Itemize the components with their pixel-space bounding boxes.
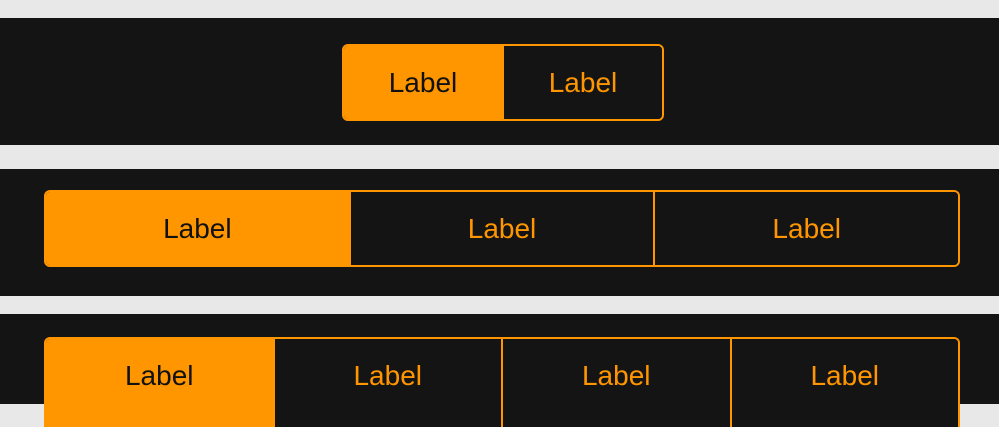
segment-option-2[interactable]: Label <box>272 339 501 427</box>
segment-option-4[interactable]: Label <box>729 339 958 427</box>
segment-option-3[interactable]: Label <box>501 339 730 427</box>
segment-option-1[interactable]: Label <box>46 339 273 427</box>
segmented-control-2-options: Label Label <box>342 44 664 121</box>
segmented-control-3-options: Label Label Label <box>44 190 960 267</box>
segment-option-2[interactable]: Label <box>348 192 654 265</box>
segmented-control-4-options: Label Label Label Label <box>44 337 960 427</box>
segment-option-2[interactable]: Label <box>502 46 662 119</box>
segmented-control-panel-3-options: Label Label Label <box>0 169 999 296</box>
segmented-control-panel-2-options: Label Label <box>0 18 999 145</box>
segmented-control-panel-4-options: Label Label Label Label <box>0 314 999 427</box>
segment-option-3[interactable]: Label <box>653 192 958 265</box>
segment-option-1[interactable]: Label <box>46 192 349 265</box>
segment-option-1[interactable]: Label <box>344 46 502 119</box>
